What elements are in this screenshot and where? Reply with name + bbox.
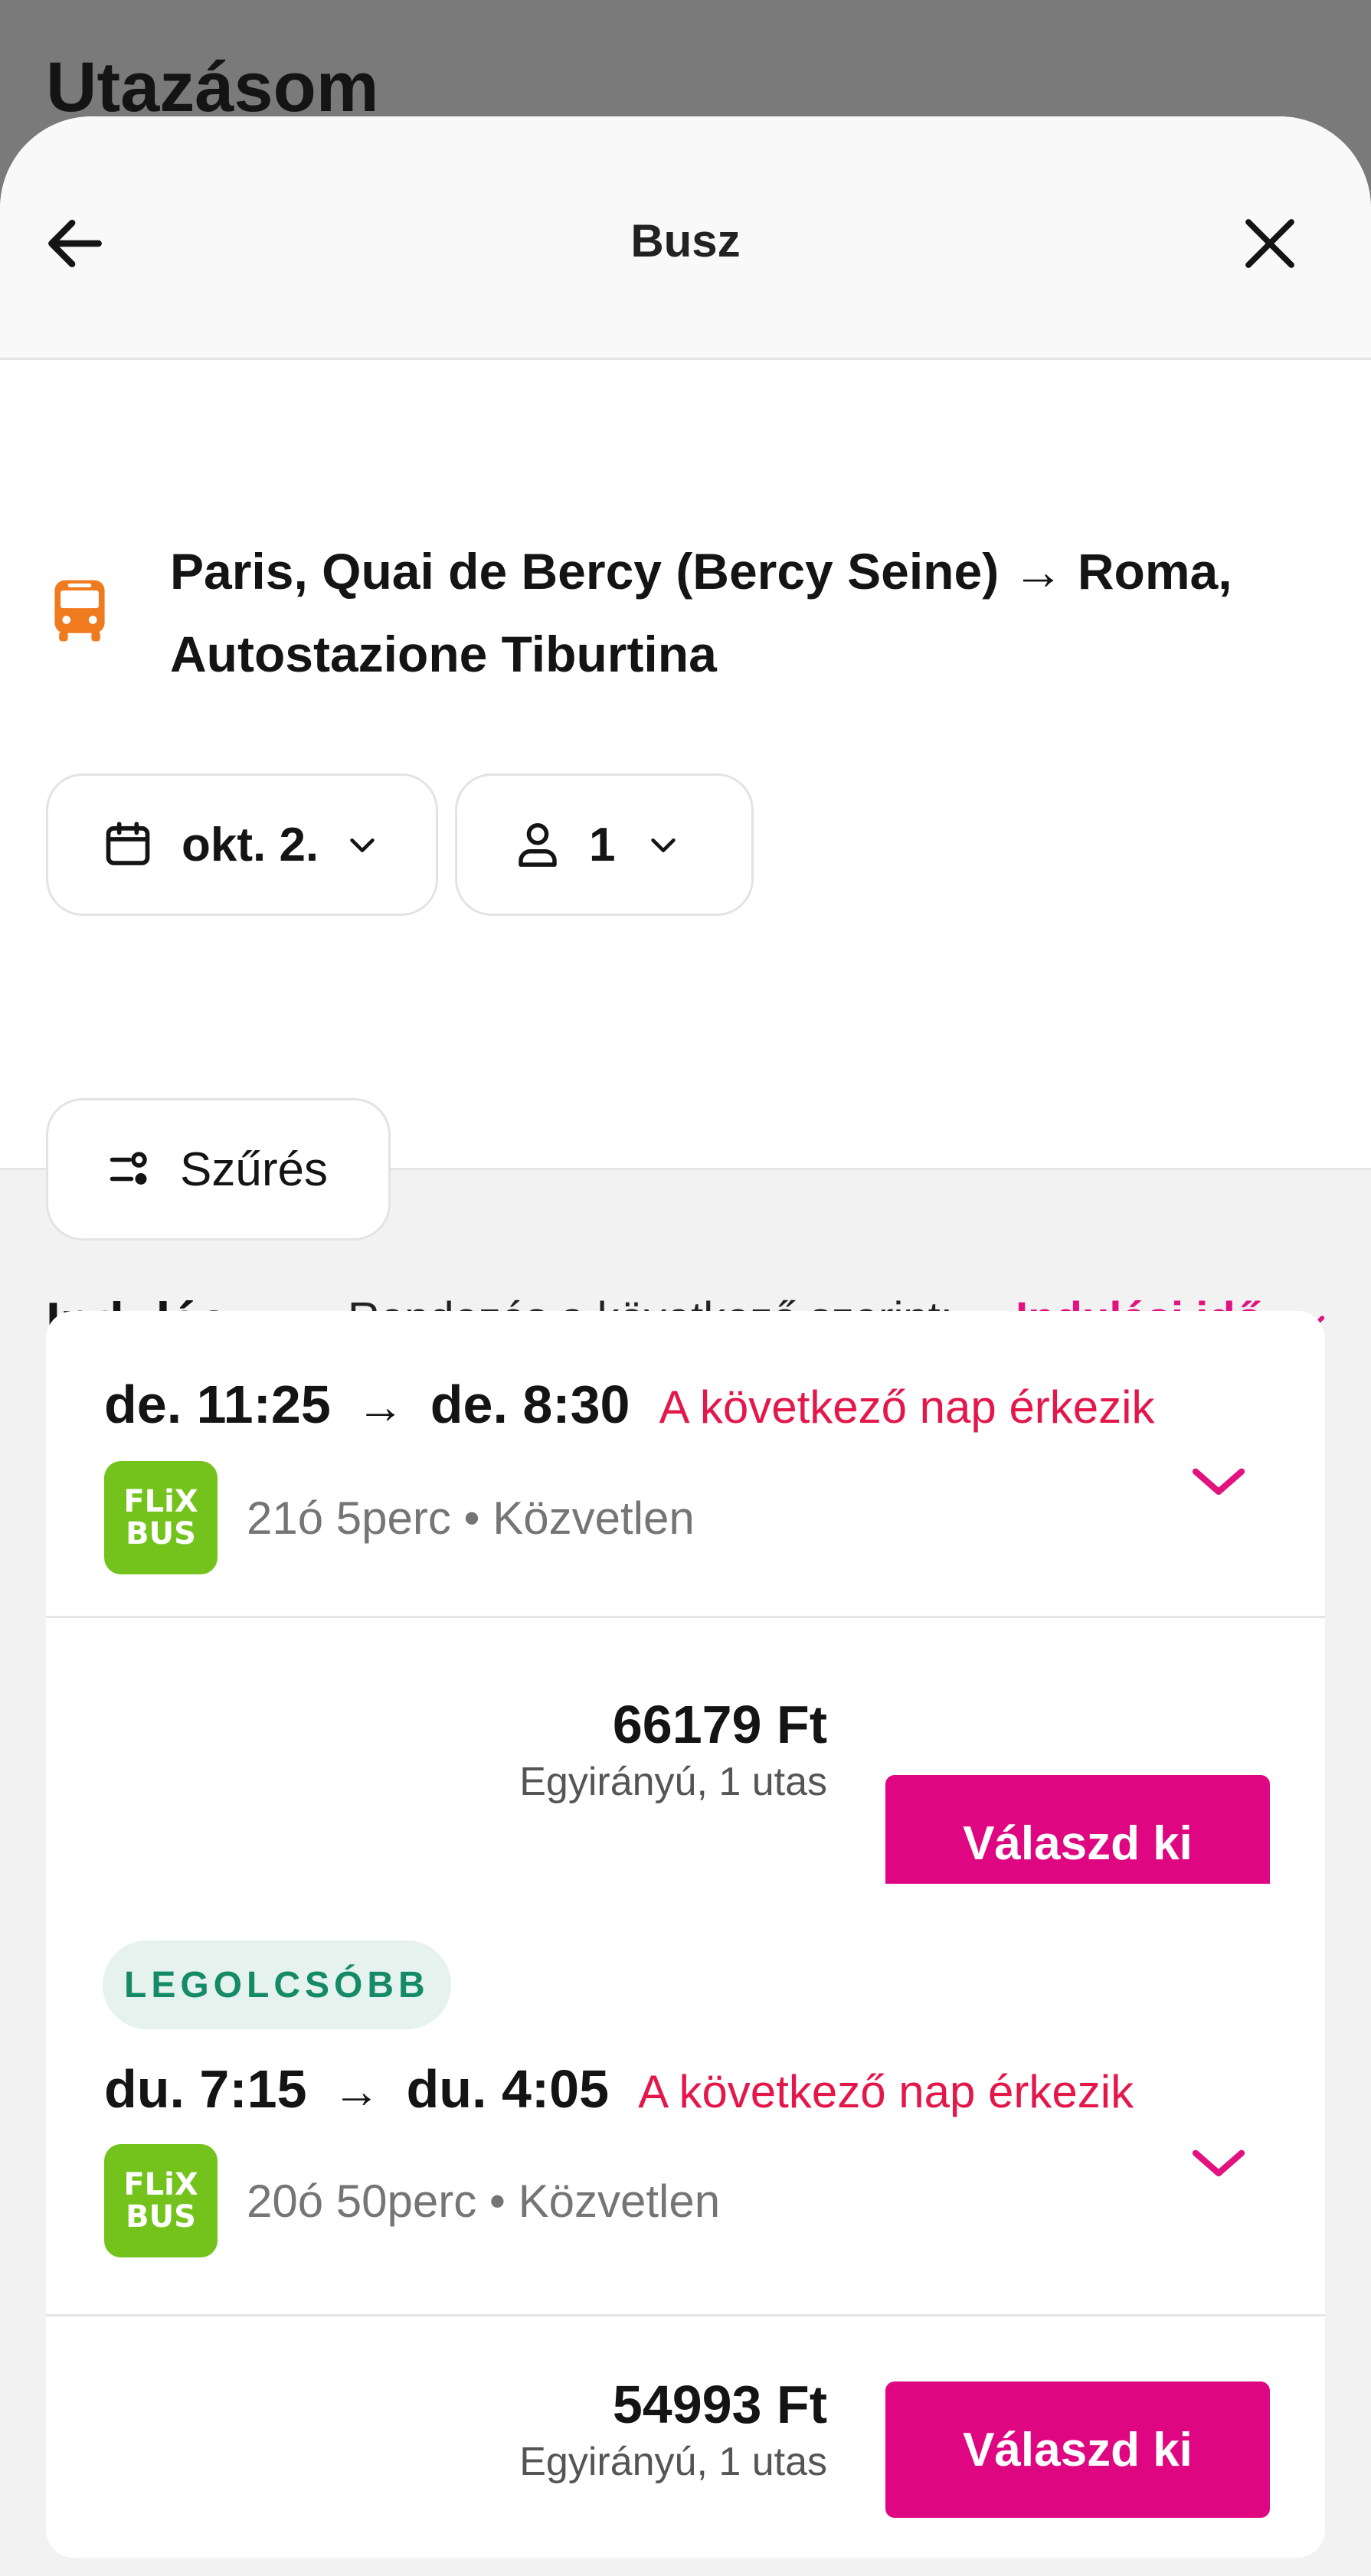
- cheapest-badge: LEGOLCSÓBB: [103, 1940, 451, 2029]
- date-chip[interactable]: okt. 2.: [46, 773, 438, 916]
- departure-time: du. 7:15: [104, 2059, 307, 2119]
- person-icon: [512, 819, 563, 870]
- arrival-time: du. 4:05: [406, 2059, 610, 2119]
- bus-results-sheet: Busz Paris, Quai de Bercy (Bercy Seine) …: [0, 116, 1371, 2576]
- card-divider: [46, 1616, 1325, 1618]
- flixbus-logo-line1: FLiX: [123, 2167, 198, 2202]
- chevron-down-icon: [646, 827, 681, 862]
- arrival-time: de. 8:30: [430, 1375, 630, 1434]
- flixbus-logo-line2: BUS: [126, 1516, 196, 1551]
- result-card[interactable]: LEGOLCSÓBB du. 7:15 → du. 4:05 A követke…: [46, 1884, 1325, 2558]
- passengers-chip[interactable]: 1: [455, 773, 754, 916]
- result-card[interactable]: de. 11:25 → de. 8:30 A következő nap érk…: [46, 1311, 1325, 1974]
- trip-info: 20ó 50perc • Közvetlen: [247, 2175, 721, 2227]
- price: 54993 Ft: [612, 2375, 827, 2434]
- flixbus-logo: FLiX BUS: [104, 1461, 218, 1574]
- departure-time: de. 11:25: [104, 1375, 331, 1434]
- chevron-down-icon[interactable]: [1184, 2127, 1253, 2196]
- route-text: Paris, Quai de Bercy (Bercy Seine) → Rom…: [170, 543, 1232, 682]
- provider-row: FLiX BUS 20ó 50perc • Közvetlen: [104, 2144, 720, 2257]
- trip-info: 21ó 5perc • Közvetlen: [247, 1492, 695, 1544]
- sheet-title: Busz: [630, 215, 741, 266]
- flixbus-logo: FLiX BUS: [104, 2144, 218, 2257]
- price-block: 66179 Ft Egyirányú, 1 utas: [519, 1692, 827, 1807]
- select-button[interactable]: Válaszd ki: [885, 2381, 1270, 2518]
- calendar-icon: [102, 819, 154, 871]
- close-icon: [1245, 219, 1294, 268]
- arrow-text: →: [332, 2065, 381, 2118]
- price: 66179 Ft: [612, 1695, 827, 1754]
- price-block: 54993 Ft Egyirányú, 1 utas: [519, 2372, 827, 2487]
- provider-row: FLiX BUS 21ó 5perc • Közvetlen: [104, 1461, 695, 1574]
- date-chip-label: okt. 2.: [182, 818, 319, 871]
- next-day-note: A következő nap érkezik: [638, 2066, 1134, 2117]
- flixbus-logo-line1: FLiX: [123, 1484, 198, 1519]
- arrow-text: →: [356, 1381, 404, 1433]
- chevron-down-icon[interactable]: [1184, 1446, 1253, 1515]
- sheet-header: Busz: [0, 116, 1371, 360]
- route-section: Paris, Quai de Bercy (Bercy Seine) → Rom…: [0, 360, 1371, 1241]
- passengers-chip-label: 1: [589, 818, 616, 871]
- page: Utazásom Busz Paris, Quai de Bercy (Berc…: [0, 0, 1371, 2576]
- flixbus-logo-line2: BUS: [126, 2199, 196, 2234]
- close-button[interactable]: [1235, 208, 1305, 279]
- card-divider: [46, 2314, 1325, 2316]
- bus-icon: [54, 580, 105, 642]
- next-day-note: A következő nap érkezik: [659, 1381, 1155, 1433]
- time-line: de. 11:25 → de. 8:30 A következő nap érk…: [104, 1374, 1155, 1435]
- price-note: Egyirányú, 1 utas: [519, 1760, 827, 1804]
- chevron-down-icon: [345, 827, 380, 862]
- price-note: Egyirányú, 1 utas: [519, 2440, 827, 2484]
- time-line: du. 7:15 → du. 4:05 A következő nap érke…: [104, 2058, 1134, 2120]
